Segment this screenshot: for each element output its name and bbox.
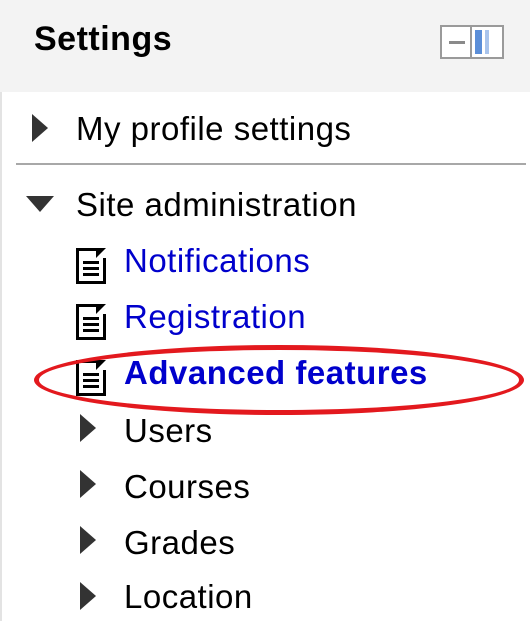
block-title: Settings (34, 20, 173, 58)
document-icon (76, 360, 106, 396)
registration-link[interactable]: Registration (124, 298, 306, 336)
advanced-features-link[interactable]: Advanced features (124, 354, 428, 392)
location-label[interactable]: Location (124, 578, 253, 616)
tree-item-advanced-features[interactable]: Advanced features (0, 350, 530, 398)
grades-label[interactable]: Grades (124, 524, 235, 562)
users-label[interactable]: Users (124, 412, 213, 450)
expand-arrow-icon[interactable] (80, 526, 96, 554)
tree-item-notifications[interactable]: Notifications (0, 238, 530, 286)
dock-block-icon[interactable] (470, 25, 504, 59)
courses-label[interactable]: Courses (124, 468, 250, 506)
block-controls (440, 25, 506, 61)
document-icon (76, 304, 106, 340)
expand-arrow-icon[interactable] (32, 114, 48, 142)
tree-divider (16, 163, 526, 165)
tree-item-courses[interactable]: Courses (0, 462, 530, 510)
site-administration-label[interactable]: Site administration (76, 186, 357, 224)
document-icon (76, 248, 106, 284)
settings-block: Settings My profile settings Site admini… (0, 0, 530, 621)
expand-arrow-icon[interactable] (80, 414, 96, 442)
tree-item-location[interactable]: Location (0, 574, 530, 622)
expand-arrow-icon[interactable] (80, 582, 96, 610)
collapse-arrow-icon[interactable] (26, 196, 54, 212)
block-header: Settings (0, 0, 530, 92)
notifications-link[interactable]: Notifications (124, 242, 310, 280)
tree-item-users[interactable]: Users (0, 406, 530, 454)
expand-arrow-icon[interactable] (80, 470, 96, 498)
tree-item-site-administration[interactable]: Site administration (0, 182, 530, 230)
tree-item-my-profile[interactable]: My profile settings (0, 108, 530, 156)
my-profile-settings-label[interactable]: My profile settings (76, 110, 351, 148)
collapse-block-icon[interactable] (440, 25, 474, 59)
tree-item-registration[interactable]: Registration (0, 294, 530, 342)
tree-item-grades[interactable]: Grades (0, 518, 530, 566)
